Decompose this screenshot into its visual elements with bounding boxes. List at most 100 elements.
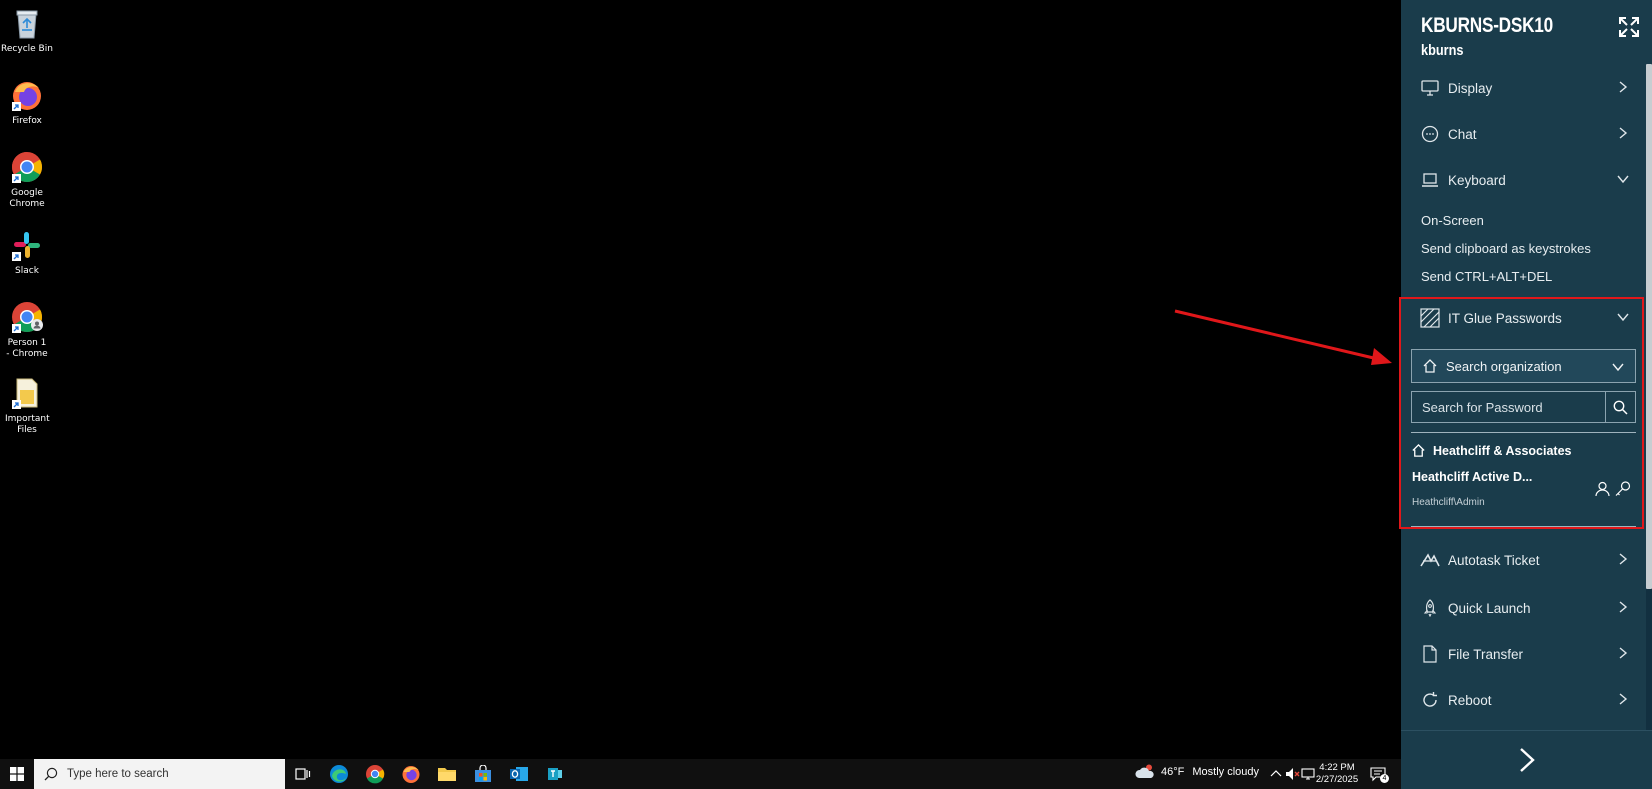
- entry-divider: [1411, 526, 1636, 527]
- desktop-icon-label: Slack: [15, 266, 39, 276]
- scrollbar-thumb[interactable]: [1646, 64, 1652, 589]
- outlook-icon: [510, 767, 528, 781]
- chevron-up-icon[interactable]: [1268, 766, 1284, 782]
- recycle-bin-icon: [10, 6, 44, 40]
- volume-muted-icon[interactable]: [1284, 766, 1300, 782]
- rocket-icon: [1420, 598, 1440, 618]
- autotask-icon: [1420, 550, 1440, 570]
- panel-username: kburns: [1421, 42, 1464, 59]
- desktop-icon-recycle-bin[interactable]: Recycle Bin: [0, 6, 54, 55]
- edge-icon: [330, 765, 348, 783]
- chevron-down-icon: [1612, 363, 1624, 372]
- chevron-down-icon: [1617, 175, 1629, 184]
- organization-select[interactable]: Search organization: [1411, 349, 1636, 383]
- task-view-button[interactable]: [285, 759, 321, 789]
- menu-label: Autotask Ticket: [1448, 552, 1540, 568]
- laptop-icon: [1420, 170, 1440, 190]
- fullscreen-icon[interactable]: [1618, 16, 1640, 38]
- desktop: Recycle Bin Firefox Google Chrome Slack …: [0, 0, 1401, 759]
- menu-reboot[interactable]: Reboot: [1401, 680, 1646, 720]
- taskbar-search[interactable]: Type here to search: [34, 759, 285, 789]
- menu-label: IT Glue Passwords: [1448, 310, 1562, 326]
- desktop-icon-firefox[interactable]: Firefox: [0, 78, 54, 127]
- home-icon: [1423, 359, 1437, 373]
- itglue-logo-icon: [1420, 308, 1440, 328]
- weather-temp: 46°F: [1161, 766, 1185, 778]
- taskbar-weather[interactable]: 46°F Mostly cloudy: [1135, 764, 1259, 780]
- taskbar-app[interactable]: [537, 759, 573, 789]
- password-entry-username: Heathcliff\Admin: [1412, 497, 1485, 508]
- notification-center[interactable]: 4: [1370, 766, 1390, 783]
- desktop-icon-google-chrome[interactable]: Google Chrome: [0, 150, 54, 210]
- firefox-icon: [10, 78, 44, 112]
- desktop-icon-label: Important Files: [5, 414, 50, 435]
- keyboard-send-ctrl-alt-del[interactable]: Send CTRL+ALT+DEL: [1421, 269, 1552, 284]
- menu-label: File Transfer: [1448, 646, 1524, 662]
- chevron-right-icon: [1619, 553, 1628, 565]
- menu-label: Display: [1448, 80, 1493, 96]
- password-entry-title[interactable]: Heathcliff Active D...: [1412, 470, 1532, 484]
- search-icon: [1613, 400, 1628, 415]
- chrome-icon: [366, 765, 385, 784]
- panel-scrollbar[interactable]: [1646, 64, 1652, 730]
- notification-count: 4: [1380, 774, 1389, 783]
- chevron-right-icon: [1619, 81, 1628, 93]
- taskbar-file-explorer[interactable]: [429, 759, 465, 789]
- menu-display[interactable]: Display: [1401, 68, 1646, 108]
- menu-label: Quick Launch: [1448, 600, 1531, 616]
- annotation-arrow: [1174, 309, 1392, 365]
- firefox-icon: [402, 766, 420, 783]
- panel-footer: [1401, 730, 1652, 789]
- chevron-right-icon: [1619, 693, 1628, 705]
- keyboard-on-screen[interactable]: On-Screen: [1421, 213, 1484, 228]
- home-icon: [1412, 443, 1425, 457]
- desktop-icon-important-files[interactable]: Important Files: [0, 376, 54, 436]
- user-icon[interactable]: [1595, 481, 1610, 497]
- remote-control-panel: KBURNS-DSK10 kburns Display Chat Keyboar…: [1399, 0, 1652, 789]
- menu-label: Keyboard: [1448, 172, 1506, 188]
- clock-time: 4:22 PM: [1319, 762, 1355, 773]
- chevron-right-icon: [1619, 647, 1628, 659]
- menu-itglue-passwords[interactable]: IT Glue Passwords: [1401, 298, 1646, 338]
- menu-file-transfer[interactable]: File Transfer: [1401, 634, 1646, 674]
- panel-hostname: KBURNS-DSK10: [1421, 14, 1553, 37]
- chevron-right-icon[interactable]: [1515, 747, 1539, 773]
- password-search-button[interactable]: [1605, 392, 1635, 422]
- taskbar-edge[interactable]: [321, 759, 357, 789]
- monitor-icon: [1420, 78, 1440, 98]
- desktop-icon-label: Recycle Bin: [1, 44, 53, 54]
- desktop-icon-label: Firefox: [12, 116, 42, 126]
- menu-autotask-ticket[interactable]: Autotask Ticket: [1401, 540, 1646, 580]
- organization-select-label: Search organization: [1446, 358, 1562, 374]
- folder-icon: [10, 376, 44, 410]
- chrome-profile-icon: [10, 300, 44, 334]
- menu-keyboard[interactable]: Keyboard: [1401, 160, 1646, 200]
- taskbar-clock[interactable]: 4:22 PM 2/27/2025: [1312, 762, 1362, 786]
- task-view-icon: [295, 768, 311, 780]
- start-button[interactable]: [0, 759, 34, 789]
- menu-label: Reboot: [1448, 692, 1492, 708]
- key-icon[interactable]: [1614, 481, 1631, 497]
- store-icon: [475, 765, 491, 782]
- reboot-icon: [1420, 690, 1440, 710]
- teams-like-icon: [548, 768, 562, 780]
- desktop-icon-slack[interactable]: Slack: [0, 228, 54, 277]
- chat-icon: [1420, 124, 1440, 144]
- password-search-input[interactable]: [1412, 392, 1605, 422]
- organization-result[interactable]: Heathcliff & Associates: [1411, 443, 1571, 458]
- chevron-right-icon: [1619, 601, 1628, 613]
- taskbar-chrome[interactable]: [357, 759, 393, 789]
- menu-chat[interactable]: Chat: [1401, 114, 1646, 154]
- search-icon: [44, 767, 58, 781]
- menu-label: Chat: [1448, 126, 1477, 142]
- taskbar-search-placeholder: Type here to search: [67, 768, 169, 780]
- organization-result-name: Heathcliff & Associates: [1433, 443, 1572, 458]
- keyboard-send-clipboard[interactable]: Send clipboard as keystrokes: [1421, 241, 1591, 256]
- taskbar: Type here to search 46°F Mostly cloudy 4…: [0, 759, 1401, 789]
- desktop-icon-person1-chrome[interactable]: Person 1 - Chrome: [0, 300, 54, 360]
- menu-quick-launch[interactable]: Quick Launch: [1401, 588, 1646, 628]
- file-icon: [1420, 644, 1440, 664]
- taskbar-store[interactable]: [465, 759, 501, 789]
- taskbar-outlook[interactable]: [501, 759, 537, 789]
- taskbar-firefox[interactable]: [393, 759, 429, 789]
